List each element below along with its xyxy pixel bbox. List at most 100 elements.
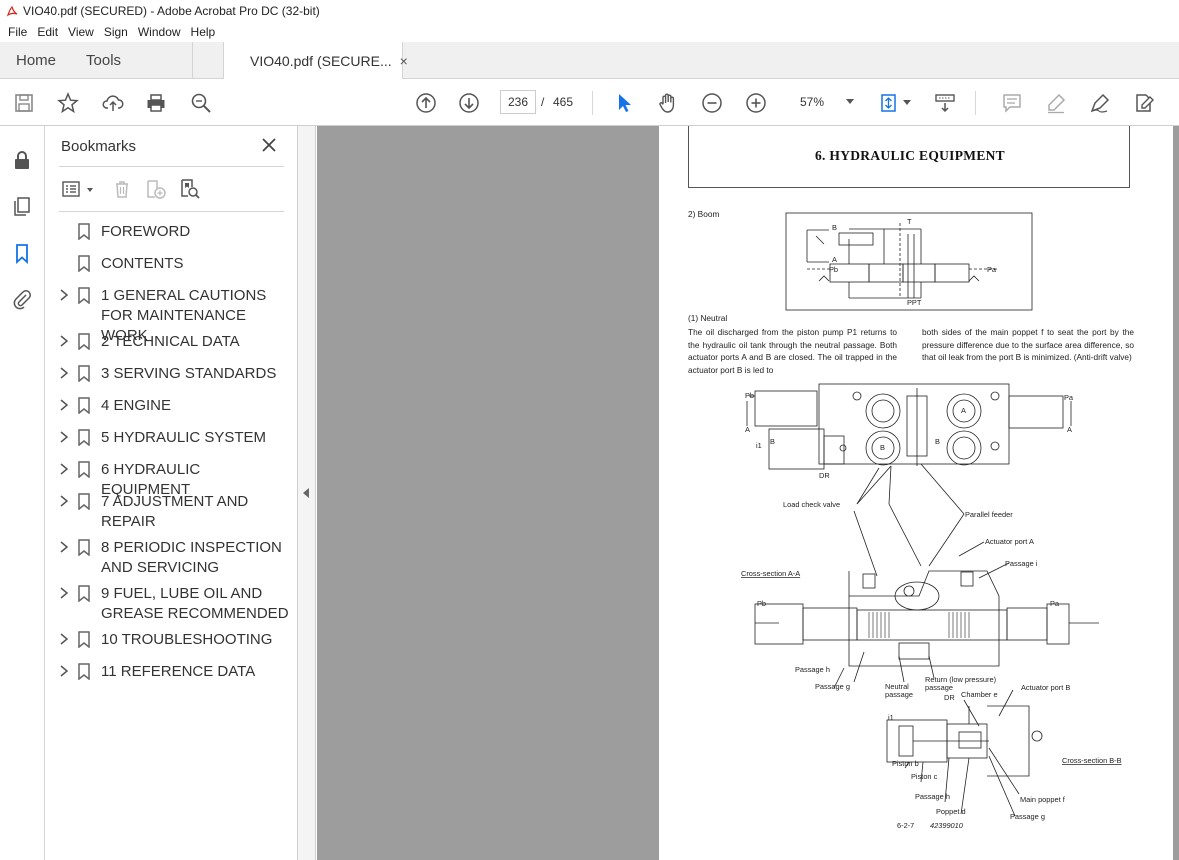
label-main-poppet-f: Main poppet f (1020, 795, 1066, 804)
page-number-input[interactable]: 236 (500, 90, 536, 114)
bookmark-options-icon[interactable] (61, 178, 85, 200)
new-bookmark-icon[interactable] (145, 178, 167, 200)
label-a-right: A (1067, 425, 1072, 434)
comment-icon[interactable] (1000, 91, 1024, 115)
bookmark-item[interactable]: 7 ADJUSTMENT AND REPAIR (45, 491, 298, 530)
bookmark-item[interactable]: 1 GENERAL CAUTIONS FOR MAINTENANCE WORK (45, 285, 298, 344)
zoom-level-select[interactable]: 57% (788, 90, 858, 114)
menu-help[interactable]: Help (186, 25, 221, 39)
page-separator: / (541, 95, 545, 109)
find-bookmark-icon[interactable] (179, 178, 201, 200)
bookmark-item[interactable]: CONTENTS (45, 253, 298, 277)
chevron-right-icon[interactable] (59, 463, 69, 475)
chevron-right-icon[interactable] (59, 399, 69, 411)
sign-pen-icon[interactable] (1088, 91, 1112, 115)
bookmark-item[interactable]: 3 SERVING STANDARDS (45, 363, 298, 387)
chevron-right-icon[interactable] (59, 541, 69, 553)
bookmark-label: 8 PERIODIC INSPECTION AND SERVICING (101, 539, 282, 576)
title-bar: VIO40.pdf (SECURED) - Adobe Acrobat Pro … (0, 0, 1179, 22)
label-port-a: A (961, 406, 966, 415)
bookmark-icon (78, 255, 90, 272)
label-parallel-feeder: Parallel feeder (965, 510, 1013, 519)
bookmark-item[interactable]: FOREWORD (45, 221, 298, 245)
lock-icon[interactable] (10, 148, 34, 172)
tab-home[interactable]: Home (0, 42, 72, 79)
menu-view[interactable]: View (63, 25, 99, 39)
label-load-check-valve: Load check valve (783, 500, 840, 509)
label-i1-bottom: i1 (888, 713, 894, 722)
highlight-pen-icon[interactable] (1044, 91, 1068, 115)
collapse-arrow-icon (303, 488, 309, 498)
chevron-down-icon (846, 99, 854, 104)
save-icon[interactable] (12, 91, 36, 115)
fit-page-dropdown-icon[interactable] (903, 100, 911, 105)
bookmarks-panel-icon[interactable] (10, 241, 34, 265)
delete-bookmark-icon[interactable] (111, 178, 133, 200)
chevron-right-icon[interactable] (59, 367, 69, 379)
panel-collapse-handle[interactable] (298, 126, 316, 860)
share-edit-icon[interactable] (1132, 91, 1156, 115)
bookmark-star-icon[interactable] (56, 91, 80, 115)
bookmark-label: 9 FUEL, LUBE OIL AND GREASE RECOMMENDED (101, 585, 289, 622)
chevron-right-icon[interactable] (59, 289, 69, 301)
close-icon[interactable] (260, 136, 278, 154)
label-pa-mid: Pa (1050, 599, 1060, 608)
chevron-right-icon[interactable] (59, 431, 69, 443)
previous-page-icon[interactable] (414, 91, 438, 115)
keyboard-scroll-icon[interactable] (933, 91, 957, 115)
label-neutral-passage-2: passage (885, 690, 913, 699)
chevron-right-icon[interactable] (59, 665, 69, 677)
tab-document[interactable]: VIO40.pdf (SECURE... × (223, 42, 408, 80)
schematic-label-a: A (832, 255, 837, 264)
zoom-in-icon[interactable] (744, 91, 768, 115)
select-cursor-icon[interactable] (612, 91, 636, 115)
pages-thumbnail-icon[interactable] (10, 194, 34, 218)
attachment-icon[interactable] (10, 287, 34, 311)
zoom-out-icon[interactable] (700, 91, 724, 115)
schematic-spool (868, 263, 904, 283)
bookmark-item[interactable]: 8 PERIODIC INSPECTION AND SERVICING (45, 537, 298, 581)
menu-window[interactable]: Window (133, 25, 186, 39)
bookmark-item[interactable]: 6 HYDRAULIC EQUIPMENT (45, 459, 298, 498)
chevron-right-icon[interactable] (59, 335, 69, 347)
hand-tool-icon[interactable] (656, 91, 680, 115)
tab-close-icon[interactable]: × (400, 53, 408, 69)
window-title: VIO40.pdf (SECURED) - Adobe Acrobat Pro … (23, 4, 320, 18)
bookmark-label: 3 SERVING STANDARDS (101, 365, 277, 382)
label-pb-top: Pb (745, 391, 754, 400)
bookmark-item[interactable]: 2 TECHNICAL DATA (45, 331, 298, 355)
figure-number: 6-2-7 (897, 821, 914, 830)
chevron-down-icon[interactable] (87, 188, 93, 192)
search-zoom-icon[interactable] (189, 91, 213, 115)
tab-tools[interactable]: Tools (72, 42, 194, 79)
menu-sign[interactable]: Sign (99, 25, 133, 39)
next-page-icon[interactable] (457, 91, 481, 115)
bookmark-icon (78, 493, 90, 510)
label-actuator-port-b: Actuator port B (1021, 683, 1070, 692)
menu-file[interactable]: File (3, 25, 32, 39)
document-viewport[interactable]: 6. HYDRAULIC EQUIPMENT 2) Boom (1) Neutr… (317, 126, 1179, 860)
bookmark-item[interactable]: 11 REFERENCE DATA (45, 661, 298, 685)
zoom-level-value: 57% (800, 95, 825, 109)
label-piston-c: Piston c (911, 772, 938, 781)
chevron-right-icon[interactable] (59, 587, 69, 599)
upload-cloud-icon[interactable] (101, 91, 125, 115)
tab-document-label: VIO40.pdf (SECURE... (250, 53, 392, 69)
bookmark-label: FOREWORD (101, 223, 191, 240)
bookmarks-panel: Bookmarks FOREWORD CONTENTS 1 GENERAL CAU… (45, 126, 298, 860)
chevron-right-icon[interactable] (59, 633, 69, 645)
bookmark-label: 11 REFERENCE DATA (101, 663, 256, 680)
bookmark-item[interactable]: 5 HYDRAULIC SYSTEM (45, 427, 298, 451)
hydraulic-valve-diagram: B T A Pb Pa PPT Pb Pa A A B B i1 DR A B (741, 212, 1122, 830)
bookmark-item[interactable]: 4 ENGINE (45, 395, 298, 419)
bookmark-item[interactable]: 9 FUEL, LUBE OIL AND GREASE RECOMMENDED (45, 583, 298, 627)
chevron-right-icon[interactable] (59, 495, 69, 507)
toolbar-divider (592, 91, 593, 115)
label-port-b: B (880, 443, 885, 452)
menu-edit[interactable]: Edit (32, 25, 63, 39)
print-icon[interactable] (144, 91, 168, 115)
label-chamber-e: Chamber e (961, 690, 998, 699)
label-passage-g-1: Passage g (815, 682, 850, 691)
fit-page-icon[interactable] (878, 91, 902, 115)
bookmark-item[interactable]: 10 TROUBLESHOOTING (45, 629, 298, 653)
